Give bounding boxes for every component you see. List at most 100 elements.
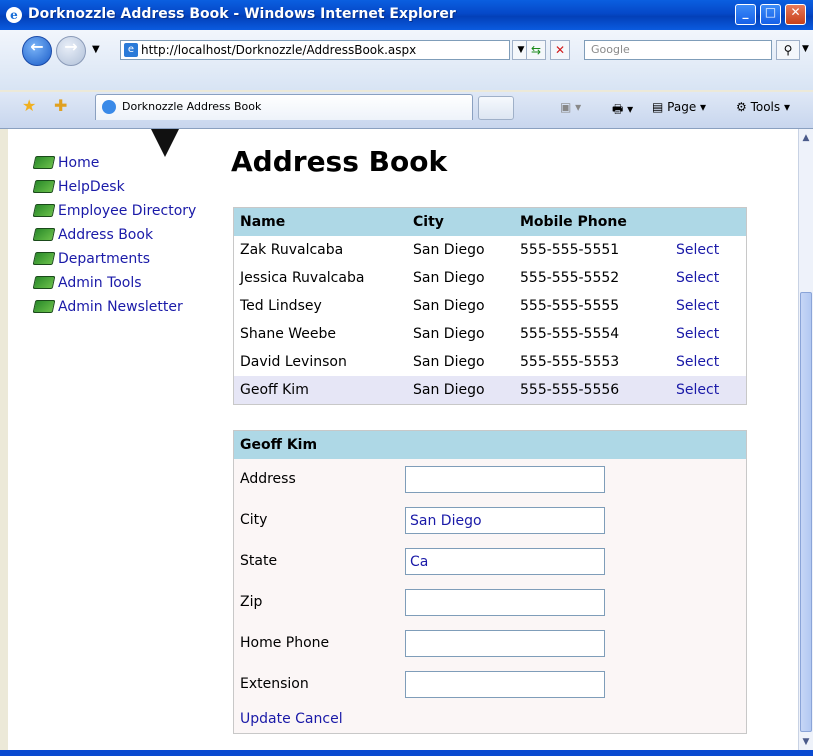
column-header-name: Name — [240, 214, 286, 230]
nav-item-admin-newsletter[interactable]: Admin Newsletter — [32, 297, 196, 321]
select-link[interactable]: Select — [676, 376, 719, 404]
minimize-button[interactable]: _ — [735, 4, 756, 25]
cancel-link[interactable]: Cancel — [295, 711, 342, 727]
table-row: Jessica Ruvalcaba San Diego 555-555-5552… — [234, 264, 746, 292]
favorites-star-icon[interactable]: ★ — [22, 96, 36, 115]
table-row: Shane Weebe San Diego 555-555-5554 Selec… — [234, 320, 746, 348]
cell-name: Shane Weebe — [240, 326, 337, 342]
book-icon — [32, 300, 56, 313]
forward-button[interactable]: → — [56, 36, 86, 66]
nav-item-label: HelpDesk — [58, 179, 125, 195]
cell-name: Geoff Kim — [240, 382, 309, 398]
history-dropdown-icon[interactable]: ▼ — [92, 44, 100, 55]
scroll-thumb[interactable] — [800, 292, 812, 732]
cell-name: David Levinson — [240, 354, 347, 370]
select-link[interactable]: Select — [676, 292, 719, 320]
table-row: Zak Ruvalcaba San Diego 555-555-5551 Sel… — [234, 236, 746, 264]
url-text: http://localhost/Dorknozzle/AddressBook.… — [141, 43, 417, 57]
city-field[interactable] — [405, 507, 605, 534]
table-row: David Levinson San Diego 555-555-5553 Se… — [234, 348, 746, 376]
book-icon — [32, 228, 56, 241]
page-content: Home HelpDesk Employee Directory Address… — [8, 129, 798, 750]
stop-icon[interactable]: ✕ — [550, 40, 570, 60]
cell-city: San Diego — [413, 354, 485, 370]
cell-city: San Diego — [413, 270, 485, 286]
cell-phone: 555-555-5555 — [520, 298, 620, 314]
select-link[interactable]: Select — [676, 236, 719, 264]
field-label-city: City — [240, 512, 268, 528]
search-icon[interactable]: ⚲ — [776, 40, 800, 60]
tools-label: Tools — [750, 100, 781, 114]
address-field[interactable] — [405, 466, 605, 493]
cell-city: San Diego — [413, 326, 485, 342]
scroll-up-icon[interactable]: ▲ — [800, 131, 812, 145]
field-label-address: Address — [240, 471, 296, 487]
page-title: Address Book — [231, 145, 448, 178]
employee-details: Geoff Kim Address City State Zip Home Ph… — [233, 430, 747, 734]
nav-item-home[interactable]: Home — [32, 153, 196, 177]
add-favorite-icon[interactable]: ✚ — [54, 96, 67, 115]
search-input[interactable]: Google — [584, 40, 772, 60]
page-icon: ▤ — [652, 100, 668, 114]
page-menu[interactable]: ▤ Page ▾ — [652, 100, 706, 114]
cell-name: Jessica Ruvalcaba — [240, 270, 365, 286]
search-options-icon[interactable]: ▼ — [802, 44, 809, 54]
nav-item-label: Home — [58, 155, 100, 171]
book-icon — [32, 156, 56, 169]
feeds-icon[interactable]: ▣ ▾ — [560, 100, 581, 114]
book-icon — [32, 204, 56, 217]
cell-phone: 555-555-5552 — [520, 270, 620, 286]
nav-item-departments[interactable]: Departments — [32, 249, 196, 273]
nav-item-label: Address Book — [58, 227, 154, 243]
maximize-button[interactable]: □ — [760, 4, 781, 25]
nav-item-admin-tools[interactable]: Admin Tools — [32, 273, 196, 297]
tools-menu[interactable]: ⚙ Tools ▾ — [736, 100, 790, 114]
nav-item-address-book[interactable]: Address Book — [32, 225, 196, 249]
form-actions: Update Cancel — [240, 711, 343, 727]
field-label-extension: Extension — [240, 676, 309, 692]
details-header: Geoff Kim — [234, 431, 746, 459]
nav-item-label: Employee Directory — [58, 203, 197, 219]
cell-phone: 555-555-5553 — [520, 354, 620, 370]
vertical-scrollbar[interactable]: ▲ ▼ — [798, 129, 813, 750]
window-title: Dorknozzle Address Book - Windows Intern… — [28, 6, 456, 22]
print-icon[interactable]: 🖶 ▾ — [612, 100, 633, 121]
book-icon — [32, 252, 56, 265]
tab-ie-icon — [102, 100, 116, 114]
scroll-down-icon[interactable]: ▼ — [800, 735, 812, 749]
tab-row: ★ ✚ Dorknozzle Address Book ▣ ▾ 🖶 ▾ ▤ Pa… — [0, 92, 813, 129]
home-phone-field[interactable] — [405, 630, 605, 657]
page-icon: e — [124, 43, 138, 57]
column-header-mobile-phone: Mobile Phone — [520, 214, 627, 230]
select-link[interactable]: Select — [676, 348, 719, 376]
table-row: Ted Lindsey San Diego 555-555-5555 Selec… — [234, 292, 746, 320]
address-grid: Name City Mobile Phone Zak Ruvalcaba San… — [233, 207, 747, 405]
column-header-city: City — [413, 214, 444, 230]
address-bar-row: ← → ▼ e http://localhost/Dorknozzle/Addr… — [0, 30, 813, 90]
nav-item-employee-directory[interactable]: Employee Directory — [32, 201, 197, 225]
tab-address-book[interactable]: Dorknozzle Address Book — [95, 94, 473, 120]
cell-phone: 555-555-5551 — [520, 242, 620, 258]
url-field[interactable]: e http://localhost/Dorknozzle/AddressBoo… — [120, 40, 510, 60]
window-left-frame — [0, 129, 8, 750]
cell-city: San Diego — [413, 298, 485, 314]
nav-item-label: Departments — [58, 251, 151, 267]
tab-title: Dorknozzle Address Book — [122, 100, 262, 113]
cell-city: San Diego — [413, 242, 485, 258]
close-button[interactable]: ✕ — [785, 4, 806, 25]
cell-phone: 555-555-5556 — [520, 382, 620, 398]
state-field[interactable] — [405, 548, 605, 575]
select-link[interactable]: Select — [676, 320, 719, 348]
back-button[interactable]: ← — [22, 36, 52, 66]
cell-name: Zak Ruvalcaba — [240, 242, 344, 258]
refresh-icon[interactable]: ⇆ — [526, 40, 546, 60]
new-tab-button[interactable] — [478, 96, 514, 120]
ie-logo-icon: e — [6, 7, 22, 23]
zip-field[interactable] — [405, 589, 605, 616]
extension-field[interactable] — [405, 671, 605, 698]
select-link[interactable]: Select — [676, 264, 719, 292]
page-label: Page — [667, 100, 697, 114]
nav-item-helpdesk[interactable]: HelpDesk — [32, 177, 196, 201]
update-link[interactable]: Update — [240, 711, 291, 727]
book-icon — [32, 276, 56, 289]
